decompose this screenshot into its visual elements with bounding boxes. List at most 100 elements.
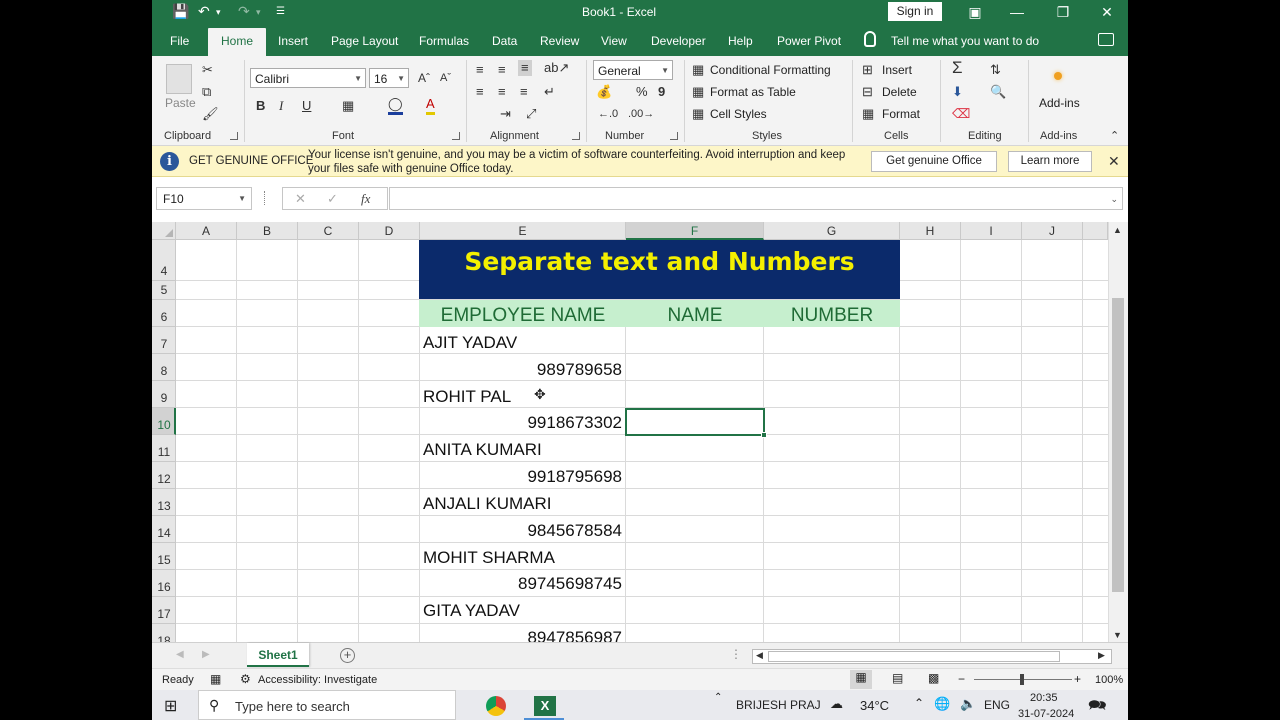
merge-icon[interactable]: ⤢ (526, 106, 536, 122)
increase-decimal-icon[interactable]: ←.0 (598, 106, 618, 122)
tab-page-layout[interactable]: Page Layout (331, 34, 398, 48)
row-header-17[interactable]: 17 (152, 597, 176, 624)
weather-icon[interactable]: ☁ (830, 696, 843, 712)
italic-button[interactable]: I (279, 98, 283, 114)
clear-icon[interactable]: ⌫ (952, 106, 970, 122)
save-icon[interactable]: 💾 (172, 3, 189, 20)
column-header-a[interactable]: A (176, 222, 237, 240)
font-launcher-icon[interactable] (452, 132, 460, 140)
find-select-icon[interactable]: 🔍 (990, 84, 1006, 100)
column-header-d[interactable]: D (359, 222, 420, 240)
align-top-icon[interactable]: ≡ (476, 62, 484, 78)
normal-view-icon[interactable]: ▦ (850, 670, 872, 689)
page-break-view-icon[interactable]: ▩ (928, 671, 939, 685)
tell-me-search[interactable]: Tell me what you want to do (891, 34, 1039, 48)
network-icon[interactable]: 🌐 (934, 696, 950, 712)
percent-button[interactable]: % (636, 84, 648, 100)
orientation-icon[interactable]: ab↗ (544, 60, 569, 76)
conditional-formatting-button[interactable]: Conditional Formatting (710, 63, 831, 77)
font-color-icon[interactable]: A (426, 96, 435, 115)
wrap-text-icon[interactable]: ↵ (544, 84, 555, 100)
underline-button[interactable]: U (302, 98, 311, 114)
bold-button[interactable]: B (256, 98, 265, 114)
enter-icon[interactable]: ✓ (327, 191, 338, 207)
undo-icon[interactable]: ↶ (198, 3, 210, 20)
row-header-8[interactable]: 8 (152, 354, 176, 381)
align-right-icon[interactable]: ≡ (520, 84, 528, 100)
comma-icon[interactable]: 9 (658, 84, 665, 100)
cell-e13[interactable]: ANJALI KUMARI (423, 494, 551, 514)
decrease-font-icon[interactable]: Aˇ (440, 70, 451, 86)
cell-e18[interactable]: 8947856987 (420, 628, 622, 642)
row-header-11[interactable]: 11 (152, 435, 176, 462)
column-header-f[interactable]: F (626, 222, 764, 240)
ribbon-display-icon[interactable]: ▣ (960, 2, 990, 22)
scroll-down-icon[interactable]: ▼ (1113, 630, 1122, 640)
page-layout-view-icon[interactable]: ▤ (892, 671, 903, 685)
scroll-left-icon[interactable]: ◀ (756, 650, 763, 661)
fill-handle[interactable] (761, 432, 767, 438)
align-bottom-icon[interactable]: ≡ (518, 60, 532, 76)
column-header-e[interactable]: E (420, 222, 626, 240)
redo-dropdown-icon[interactable]: ▾ (256, 7, 261, 18)
insert-cells-button[interactable]: Insert (882, 63, 912, 77)
volume-icon[interactable]: 🔈 (960, 696, 976, 712)
windows-start-icon[interactable]: ⊞ (164, 696, 177, 716)
cell-e15[interactable]: MOHIT SHARMA (423, 548, 555, 568)
align-left-icon[interactable]: ≡ (476, 84, 484, 100)
prev-sheet-icon[interactable]: ◀ (176, 649, 184, 660)
alignment-launcher-icon[interactable] (572, 132, 580, 140)
add-ins-button[interactable]: Add-ins (1039, 96, 1080, 110)
collapse-ribbon-icon[interactable]: ⌃ (1110, 128, 1119, 144)
accessibility-icon[interactable]: ⚙ (240, 672, 251, 686)
tab-data[interactable]: Data (492, 34, 517, 48)
cell-e11[interactable]: ANITA KUMARI (423, 440, 542, 460)
cell-e8[interactable]: 989789658 (420, 360, 622, 380)
tab-file[interactable]: File (170, 34, 189, 48)
fill-icon[interactable]: ⬇ (952, 84, 963, 100)
formula-input[interactable]: ⌄ (389, 187, 1123, 210)
tab-developer[interactable]: Developer (651, 34, 706, 48)
column-header-b[interactable]: B (237, 222, 298, 240)
font-name-select[interactable]: Calibri ▼ (250, 68, 366, 88)
accessibility-status[interactable]: Accessibility: Investigate (258, 674, 377, 686)
notifications-icon[interactable]: 🗪 (1088, 695, 1107, 720)
add-sheet-icon[interactable]: + (340, 648, 355, 663)
cell-styles-button[interactable]: Cell Styles (710, 107, 767, 121)
row-header-9[interactable]: 9 (152, 381, 176, 408)
tab-split-handle-icon[interactable]: ⋮ (730, 647, 742, 661)
sign-in-button[interactable]: Sign in (888, 2, 942, 21)
paste-icon[interactable] (166, 64, 192, 94)
row-header-18[interactable]: 18 (152, 624, 176, 642)
format-cells-button[interactable]: Format (882, 107, 920, 121)
zoom-out-icon[interactable]: − (958, 672, 965, 686)
delete-cells-button[interactable]: Delete (882, 85, 917, 99)
row-header-12[interactable]: 12 (152, 462, 176, 489)
cancel-icon[interactable]: ✕ (295, 191, 306, 207)
column-header-i[interactable]: I (961, 222, 1022, 240)
learn-more-button[interactable]: Learn more (1008, 151, 1092, 172)
cell-e17[interactable]: GITA YADAV (423, 601, 520, 621)
autosum-icon[interactable]: Σ (952, 59, 963, 76)
close-icon[interactable]: ✕ (1108, 153, 1120, 170)
cell-e12[interactable]: 9918795698 (420, 467, 622, 487)
redo-icon[interactable]: ↷ (238, 3, 250, 20)
get-genuine-office-button[interactable]: Get genuine Office (871, 151, 997, 172)
close-button[interactable]: ✕ (1092, 2, 1122, 22)
tab-review[interactable]: Review (540, 34, 579, 48)
align-center-icon[interactable]: ≡ (498, 84, 506, 100)
add-ins-icon[interactable] (1054, 72, 1062, 80)
column-header-c[interactable]: C (298, 222, 359, 240)
minimize-button[interactable]: — (1002, 2, 1032, 22)
font-size-select[interactable]: 16 ▼ (369, 68, 409, 88)
scroll-right-icon[interactable]: ▶ (1098, 650, 1105, 661)
show-hidden-icon[interactable]: ⌃ (714, 692, 722, 703)
format-painter-icon[interactable]: 🖌 (202, 106, 219, 122)
vertical-scroll-thumb[interactable] (1112, 298, 1124, 592)
tab-insert[interactable]: Insert (278, 34, 308, 48)
zoom-level[interactable]: 100% (1095, 674, 1123, 686)
indent-icon[interactable]: ⇥ (500, 106, 511, 122)
clock-time[interactable]: 20:35 (1030, 692, 1058, 704)
row-header-10[interactable]: 10 (152, 408, 176, 435)
language-indicator[interactable]: ENG (984, 698, 1010, 712)
